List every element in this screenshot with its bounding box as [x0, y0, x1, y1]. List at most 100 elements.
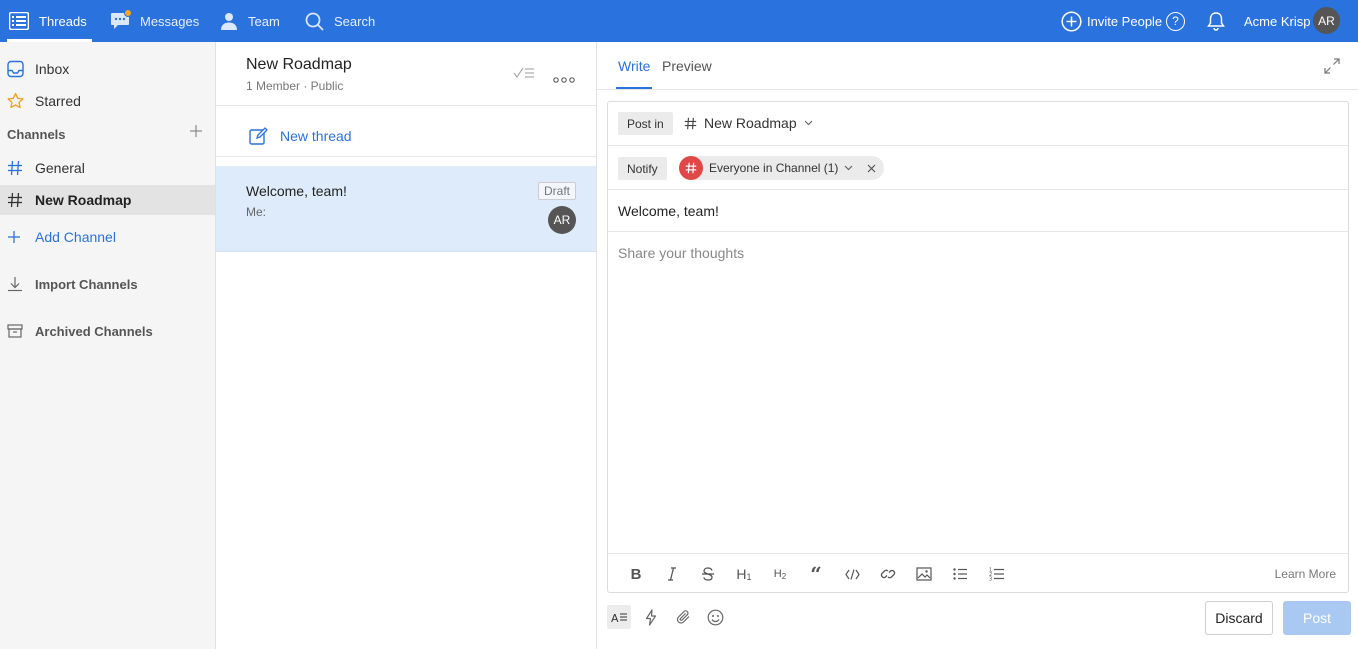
- channels-section-title: Channels: [7, 127, 66, 142]
- post-in-channel-name: New Roadmap: [704, 115, 797, 131]
- heading-2-icon[interactable]: H2: [768, 554, 792, 594]
- sidebar-item-inbox-label: Inbox: [35, 61, 70, 77]
- expand-icon[interactable]: [1324, 58, 1340, 77]
- top-bar: Threads Messages Team Search Invite Peop…: [0, 0, 1358, 42]
- invite-people-label: Invite People: [1087, 13, 1163, 29]
- sidebar-item-import-channels-label: Import Channels: [35, 276, 138, 292]
- sidebar-item-new-roadmap-label: New Roadmap: [35, 192, 132, 208]
- chevron-down-icon: [804, 120, 813, 126]
- nav-search[interactable]: Search: [305, 0, 375, 42]
- sidebar-item-archived-channels-label: Archived Channels: [35, 323, 153, 339]
- bold-icon[interactable]: B: [624, 554, 648, 594]
- italic-icon[interactable]: [660, 554, 684, 594]
- heading-1-icon[interactable]: H1: [732, 554, 756, 594]
- bullet-list-icon[interactable]: [948, 554, 972, 594]
- draft-badge: Draft: [537, 182, 576, 200]
- sidebar: Inbox Starred Channels General New Roadm…: [0, 42, 216, 649]
- thread-list-pane: New Roadmap 1 Member · Public New thread…: [216, 42, 597, 649]
- svg-text:3: 3: [989, 577, 992, 582]
- sidebar-item-archived-channels[interactable]: Archived Channels: [0, 316, 215, 346]
- hash-icon: [684, 117, 697, 130]
- post-in-row: Post in New Roadmap: [608, 102, 1348, 146]
- channel-meta: 1 Member · Public: [246, 79, 344, 93]
- sidebar-item-inbox[interactable]: Inbox: [0, 54, 215, 84]
- sidebar-item-import-channels[interactable]: Import Channels: [0, 269, 215, 299]
- plus-icon: [7, 230, 21, 244]
- lightning-icon[interactable]: [639, 605, 663, 629]
- nav-messages[interactable]: Messages: [110, 0, 199, 42]
- new-thread-label: New thread: [280, 127, 352, 144]
- help-icon: ?: [1166, 11, 1185, 31]
- sidebar-item-general[interactable]: General: [0, 153, 215, 183]
- subject-field[interactable]: Welcome, team!: [618, 203, 719, 219]
- hash-icon: [7, 160, 23, 176]
- tab-preview[interactable]: Preview: [662, 58, 712, 74]
- sidebar-item-add-channel[interactable]: Add Channel: [0, 222, 215, 252]
- subject-row[interactable]: Welcome, team!: [608, 190, 1348, 232]
- body-textarea[interactable]: Share your thoughts: [618, 245, 744, 261]
- tab-active-indicator: [616, 87, 652, 89]
- sidebar-item-new-roadmap[interactable]: New Roadmap: [0, 185, 215, 215]
- unread-dot: [124, 9, 132, 17]
- link-icon[interactable]: [876, 554, 900, 594]
- hash-icon: [7, 192, 23, 208]
- composer-tabs: Write Preview: [597, 42, 1358, 90]
- add-channel-plus-icon[interactable]: [189, 124, 205, 140]
- chat-icon: [110, 9, 132, 30]
- download-icon: [7, 276, 23, 292]
- new-thread-button[interactable]: New thread: [216, 115, 596, 157]
- notify-row: Notify Everyone in Channel (1): [608, 146, 1348, 190]
- sidebar-item-starred-label: Starred: [35, 93, 81, 109]
- svg-text:A: A: [611, 612, 619, 623]
- text-format-toggle-icon[interactable]: A: [607, 605, 631, 629]
- mark-read-icon[interactable]: [513, 66, 535, 83]
- more-options-icon[interactable]: [553, 70, 575, 86]
- thread-author-avatar: AR: [548, 206, 576, 234]
- strikethrough-icon[interactable]: [696, 554, 720, 594]
- attachment-icon[interactable]: [671, 605, 695, 629]
- quote-icon[interactable]: “: [804, 554, 828, 594]
- code-icon[interactable]: [840, 554, 864, 594]
- hash-icon: [679, 156, 703, 180]
- remove-notify-icon[interactable]: [867, 164, 876, 173]
- workspace-menu[interactable]: Acme Krisp: [1244, 0, 1310, 42]
- learn-more-link[interactable]: Learn More: [1275, 567, 1336, 581]
- inbox-icon: [7, 60, 24, 78]
- nav-search-label: Search: [334, 13, 376, 29]
- numbered-list-icon[interactable]: 123: [984, 554, 1008, 594]
- post-in-channel-select[interactable]: New Roadmap: [684, 115, 813, 131]
- thread-list-item[interactable]: Welcome, team! Me: Draft AR: [216, 166, 596, 252]
- notify-label: Notify: [618, 157, 667, 180]
- channel-title: New Roadmap: [246, 56, 352, 73]
- threads-icon: [9, 12, 29, 30]
- nav-threads-label: Threads: [39, 13, 87, 29]
- composer-box: Post in New Roadmap Notify Everyone in C…: [607, 101, 1349, 593]
- image-icon[interactable]: [912, 554, 936, 594]
- sidebar-item-starred[interactable]: Starred: [0, 86, 215, 116]
- notifications-button[interactable]: [1207, 0, 1225, 42]
- nav-team-label: Team: [248, 13, 280, 29]
- person-icon: [220, 12, 238, 30]
- nav-team[interactable]: Team: [220, 0, 280, 42]
- invite-people-button[interactable]: Invite People: [1061, 0, 1162, 42]
- help-button[interactable]: ?: [1166, 0, 1185, 42]
- plus-circle-icon: [1061, 10, 1082, 32]
- tab-write[interactable]: Write: [618, 58, 650, 74]
- bell-icon: [1207, 11, 1225, 31]
- emoji-icon[interactable]: [703, 605, 727, 629]
- nav-threads[interactable]: Threads: [9, 0, 87, 42]
- post-in-label: Post in: [618, 112, 673, 135]
- discard-button[interactable]: Discard: [1205, 601, 1273, 635]
- nav-messages-label: Messages: [140, 13, 200, 29]
- notify-target-pill[interactable]: Everyone in Channel (1): [679, 156, 885, 180]
- archive-icon: [7, 323, 23, 339]
- search-icon: [305, 12, 324, 31]
- post-button[interactable]: Post: [1283, 601, 1351, 635]
- chevron-down-icon: [844, 165, 853, 171]
- channel-header: New Roadmap 1 Member · Public: [216, 42, 596, 106]
- formatting-toolbar: B H1 H2 “ 123 Learn More: [608, 553, 1348, 593]
- compose-icon: [249, 127, 268, 149]
- workspace-name: Acme Krisp: [1244, 13, 1311, 29]
- user-avatar[interactable]: AR: [1313, 7, 1340, 34]
- thread-preview: Me:: [246, 205, 267, 219]
